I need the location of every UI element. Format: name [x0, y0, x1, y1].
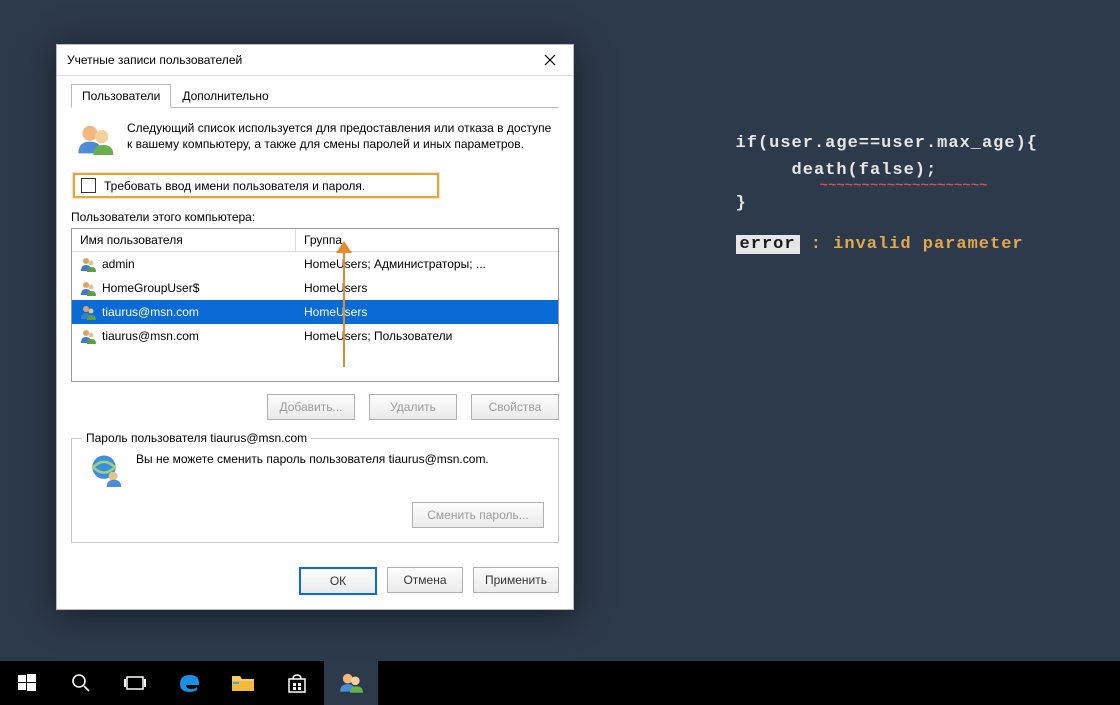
- store-icon: [286, 672, 308, 694]
- add-button[interactable]: Добавить...: [267, 394, 355, 420]
- password-message: Вы не можете сменить пароль пользователя…: [136, 451, 489, 467]
- error-label: error: [736, 235, 800, 254]
- taskview-button[interactable]: [108, 661, 162, 705]
- list-row[interactable]: tiaurus@msn.com HomeUsers: [72, 300, 558, 324]
- delete-button[interactable]: Удалить: [369, 394, 457, 420]
- cancel-button[interactable]: Отмена: [387, 567, 463, 593]
- user-accounts-taskbutton[interactable]: [324, 661, 378, 705]
- users-icon: [338, 670, 364, 696]
- tab-users[interactable]: Пользователи: [71, 84, 171, 108]
- col-group[interactable]: Группа: [296, 229, 558, 252]
- require-login-row[interactable]: Требовать ввод имени пользователя и паро…: [73, 173, 439, 198]
- password-group-title: Пароль пользователя tiaurus@msn.com: [82, 431, 311, 445]
- list-header[interactable]: Имя пользователя Группа: [72, 229, 558, 252]
- tab-advanced[interactable]: Дополнительно: [171, 84, 279, 108]
- edge-icon: [177, 671, 201, 695]
- desktop: if(user.age==user.max_age){ death(false)…: [0, 0, 1120, 705]
- error-message: : invalid parameter: [800, 235, 1024, 254]
- users-icon: [75, 120, 115, 163]
- list-row[interactable]: HomeGroupUser$ HomeUsers: [72, 276, 558, 300]
- intro-text: Следующий список используется для предос…: [127, 120, 559, 152]
- windows-icon: [18, 674, 36, 692]
- col-username[interactable]: Имя пользователя: [72, 229, 296, 252]
- require-login-label: Требовать ввод имени пользователя и паро…: [104, 179, 365, 193]
- start-button[interactable]: [0, 661, 54, 705]
- store-button[interactable]: [270, 661, 324, 705]
- user-icon: [80, 328, 96, 344]
- code-line-2: death(false);: [792, 161, 938, 180]
- edge-button[interactable]: [162, 661, 216, 705]
- users-list[interactable]: Имя пользователя Группа admin HomeUsers;…: [71, 228, 559, 382]
- globe-user-icon: [86, 451, 122, 490]
- list-label: Пользователи этого компьютера:: [71, 210, 559, 224]
- code-line-1: if(user.age==user.max_age){: [736, 134, 1038, 153]
- folder-icon: [231, 673, 255, 693]
- explorer-button[interactable]: [216, 661, 270, 705]
- window-title: Учетные записи пользователей: [67, 53, 242, 67]
- user-icon: [80, 256, 96, 272]
- tabs: Пользователи Дополнительно: [71, 84, 559, 108]
- taskbar[interactable]: [0, 661, 1120, 705]
- search-icon: [71, 673, 91, 693]
- require-login-checkbox[interactable]: [81, 178, 96, 193]
- properties-button[interactable]: Свойства: [471, 394, 559, 420]
- taskview-icon: [124, 674, 146, 692]
- apply-button[interactable]: Применить: [473, 567, 559, 593]
- wallpaper-code: if(user.age==user.max_age){ death(false)…: [736, 130, 1038, 258]
- close-button[interactable]: [527, 45, 573, 75]
- ok-button[interactable]: ОК: [299, 567, 377, 595]
- titlebar[interactable]: Учетные записи пользователей: [57, 45, 573, 76]
- search-button[interactable]: [54, 661, 108, 705]
- user-icon: [80, 304, 96, 320]
- user-accounts-dialog: Учетные записи пользователей Пользовател…: [56, 44, 574, 610]
- code-line-3: }: [736, 194, 747, 213]
- password-group: Пароль пользователя tiaurus@msn.com Вы н…: [71, 438, 559, 543]
- user-icon: [80, 280, 96, 296]
- list-row[interactable]: admin HomeUsers; Администраторы; ...: [72, 252, 558, 276]
- list-row[interactable]: tiaurus@msn.com HomeUsers; Пользователи: [72, 324, 558, 348]
- change-password-button[interactable]: Сменить пароль...: [412, 502, 544, 528]
- close-icon: [544, 54, 556, 66]
